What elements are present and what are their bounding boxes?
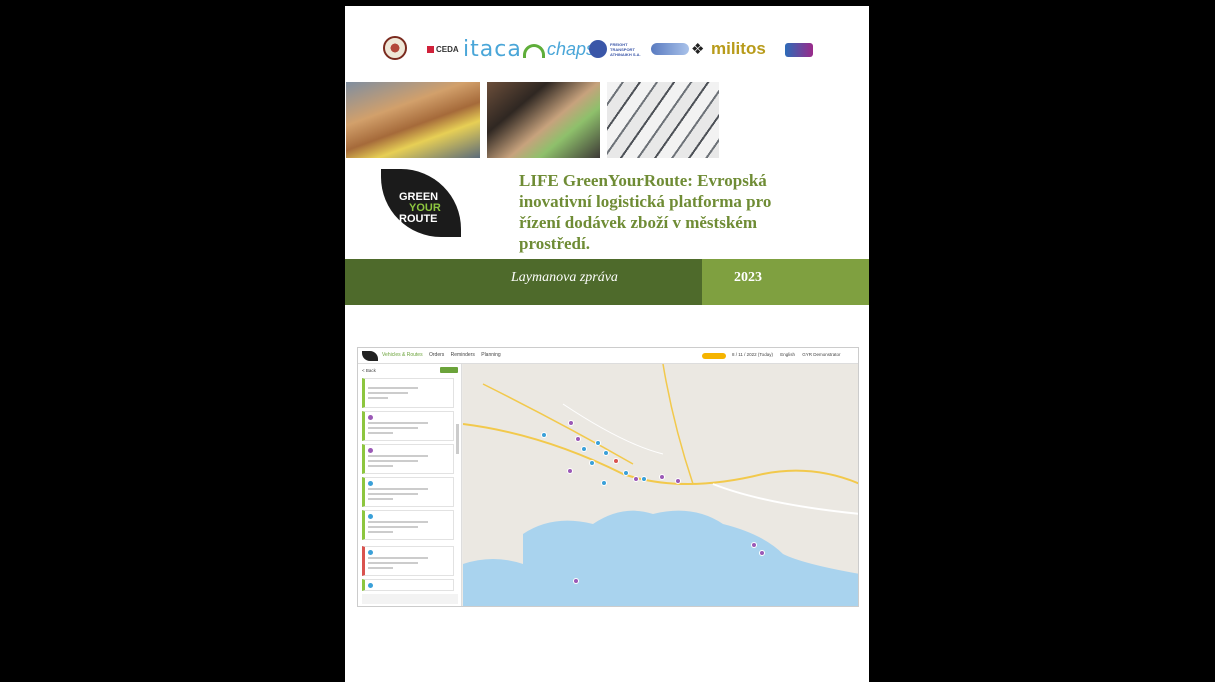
itaca-logo: itaca <box>463 36 522 62</box>
sidebar-action-button <box>440 367 458 373</box>
map-marker <box>589 460 595 466</box>
status-badge <box>702 353 726 359</box>
map-marker <box>567 468 573 474</box>
sidebar-scrollbar <box>456 424 459 454</box>
map-marker <box>601 480 607 486</box>
nav-reminders: Reminders <box>450 352 475 358</box>
freight-transport-seal-logo <box>589 40 607 58</box>
map-marker <box>751 542 757 548</box>
freight-transport-logo: FREIGHT TRANSPORT ATHINAIKH S.A. <box>610 41 641 57</box>
route-stop-card <box>362 510 454 540</box>
plus-logo <box>785 43 813 57</box>
greenyourroute-logo-text: GREEN YOUR ROUTE <box>399 191 441 225</box>
map-marker <box>541 432 547 438</box>
university-seal-logo <box>383 36 407 60</box>
nav-vehicles-routes: Vehicles & Routes <box>382 352 423 358</box>
map-marker <box>595 440 601 446</box>
wave-logo <box>651 43 689 55</box>
map-marker <box>759 550 765 556</box>
chaps-logo: chaps <box>547 38 596 59</box>
route-stop-card <box>362 546 454 576</box>
route-stop-card <box>362 477 454 507</box>
map-marker <box>575 436 581 442</box>
militos-mark-icon: ❖ <box>691 41 705 58</box>
language-selector: English <box>780 352 795 357</box>
report-title: LIFE GreenYourRoute: Evropská inovativní… <box>519 171 772 253</box>
route-sidebar: < Back <box>358 364 462 606</box>
militos-logo: militos <box>711 39 766 58</box>
route-stop-card <box>362 411 454 441</box>
worker-laptop-photo <box>487 82 600 158</box>
map-marker <box>603 450 609 456</box>
route-stop-card <box>362 378 454 408</box>
map-marker <box>568 420 574 426</box>
platform-screenshot: Vehicles & Routes Orders Reminders Plann… <box>357 347 859 607</box>
map-marker <box>641 476 647 482</box>
app-topbar: Vehicles & Routes Orders Reminders Plann… <box>358 348 858 364</box>
warehouse-photo <box>346 82 480 158</box>
nav-planning: Planning <box>481 352 501 358</box>
user-menu: GYR Demonstrator <box>802 352 841 357</box>
map-marker <box>573 578 579 584</box>
eu-funding-footer <box>362 594 458 604</box>
year-band <box>702 259 869 305</box>
map-marker <box>613 458 619 464</box>
partner-logos: CEDA itaca chaps FREIGHT TRANSPORT ATHIN… <box>345 36 869 66</box>
nav-orders: Orders <box>428 352 445 358</box>
map-marker <box>659 474 665 480</box>
chaps-mark-icon <box>523 44 545 58</box>
map-marker <box>633 476 639 482</box>
date-selector: 8 / 11 / 2022 (Today) <box>732 352 773 357</box>
map-marker <box>581 446 587 452</box>
back-link: < Back <box>362 368 376 373</box>
report-type: Laymanova zpráva <box>511 270 618 285</box>
report-year: 2023 <box>734 270 762 285</box>
map-marker <box>623 470 629 476</box>
report-cover: CEDA itaca chaps FREIGHT TRANSPORT ATHIN… <box>345 6 869 682</box>
app-logo <box>362 351 378 361</box>
trucks-photo <box>607 82 719 158</box>
route-map <box>463 364 858 606</box>
map-background <box>463 364 858 606</box>
ceda-logo: CEDA <box>427 36 459 62</box>
route-stop-card <box>362 444 454 474</box>
app-topbar-right: 8 / 11 / 2022 (Today) English GYR Demons… <box>732 352 847 357</box>
app-nav: Vehicles & Routes Orders Reminders Plann… <box>382 352 506 358</box>
map-marker <box>675 478 681 484</box>
route-stop-card <box>362 579 454 591</box>
